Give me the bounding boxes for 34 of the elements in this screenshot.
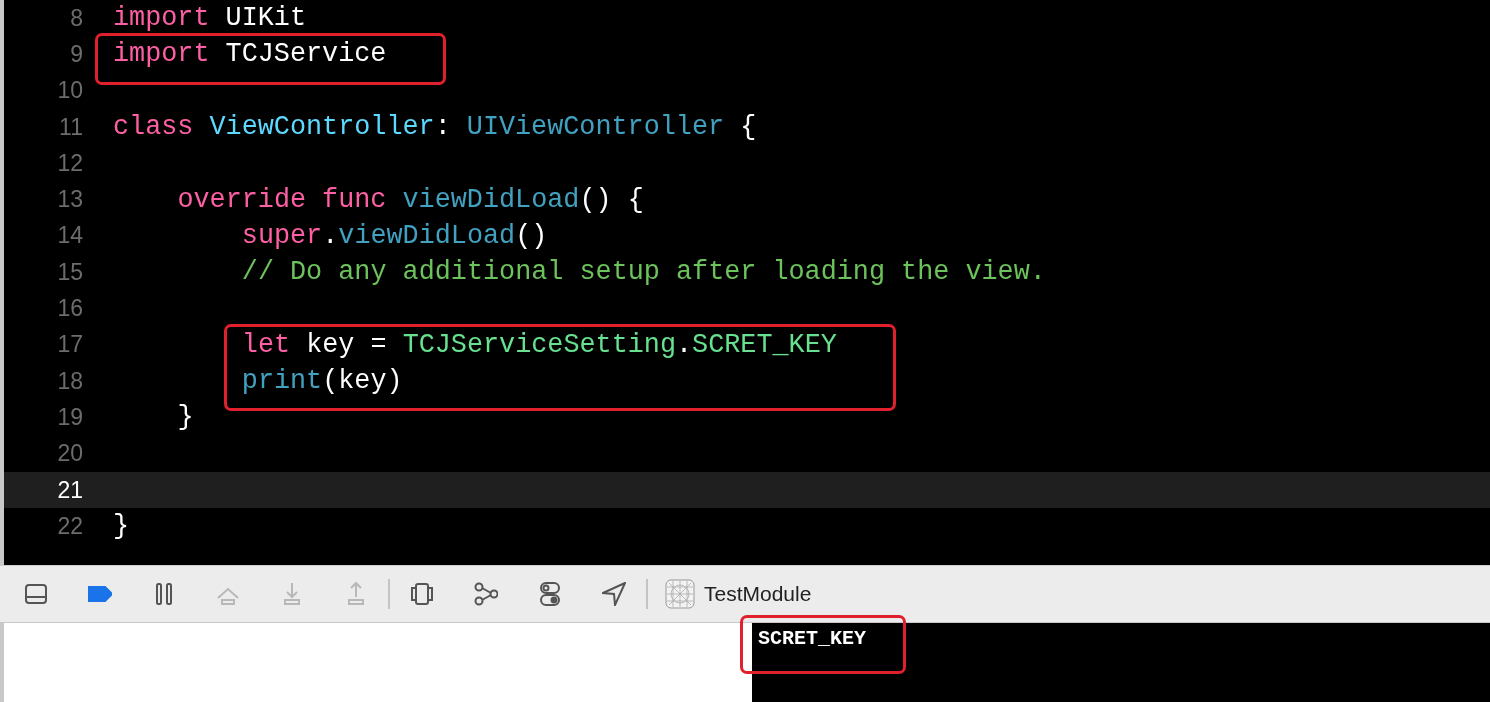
line-number: 14	[56, 222, 83, 250]
toggles-icon	[538, 582, 562, 606]
line-number: 19	[56, 403, 83, 431]
line-number: 18	[56, 367, 83, 395]
line-number: 12	[56, 149, 83, 177]
target-label[interactable]: TestModule	[704, 582, 812, 606]
code-editor[interactable]	[0, 0, 1490, 565]
code-line: }	[113, 511, 130, 542]
line-number: 20	[56, 440, 83, 468]
graph-icon	[474, 582, 498, 606]
location-icon	[602, 582, 626, 606]
line-number: 17	[56, 331, 83, 359]
line-number: 22	[56, 512, 83, 540]
grid-icon	[665, 579, 695, 609]
code-line: // Do any additional setup after loading the view.	[241, 257, 1046, 288]
layers-icon	[410, 582, 434, 606]
code-line: print(key)	[241, 366, 403, 397]
code-line: class ViewController: UIViewController {	[113, 112, 757, 143]
code-line: override func viewDidLoad() {	[177, 184, 644, 215]
code-line: import TCJService	[113, 39, 387, 70]
line-number: 11	[58, 113, 83, 141]
line-number: 8	[69, 4, 83, 32]
line-number: 10	[56, 77, 83, 105]
code-line: import UIKit	[113, 3, 306, 34]
line-number: 9	[69, 40, 83, 68]
line-number: 13	[56, 186, 83, 214]
code-line: let key = TCJServiceSetting.SCRET_KEY	[241, 329, 837, 360]
panel-icon	[24, 582, 48, 606]
code-line: super.viewDidLoad()	[241, 220, 548, 251]
code-line: }	[177, 402, 194, 433]
line-number: 15	[56, 258, 83, 286]
line-number: 16	[56, 295, 83, 322]
console-output: SCRET_KEY	[758, 627, 867, 650]
line-number: 21	[56, 476, 83, 504]
